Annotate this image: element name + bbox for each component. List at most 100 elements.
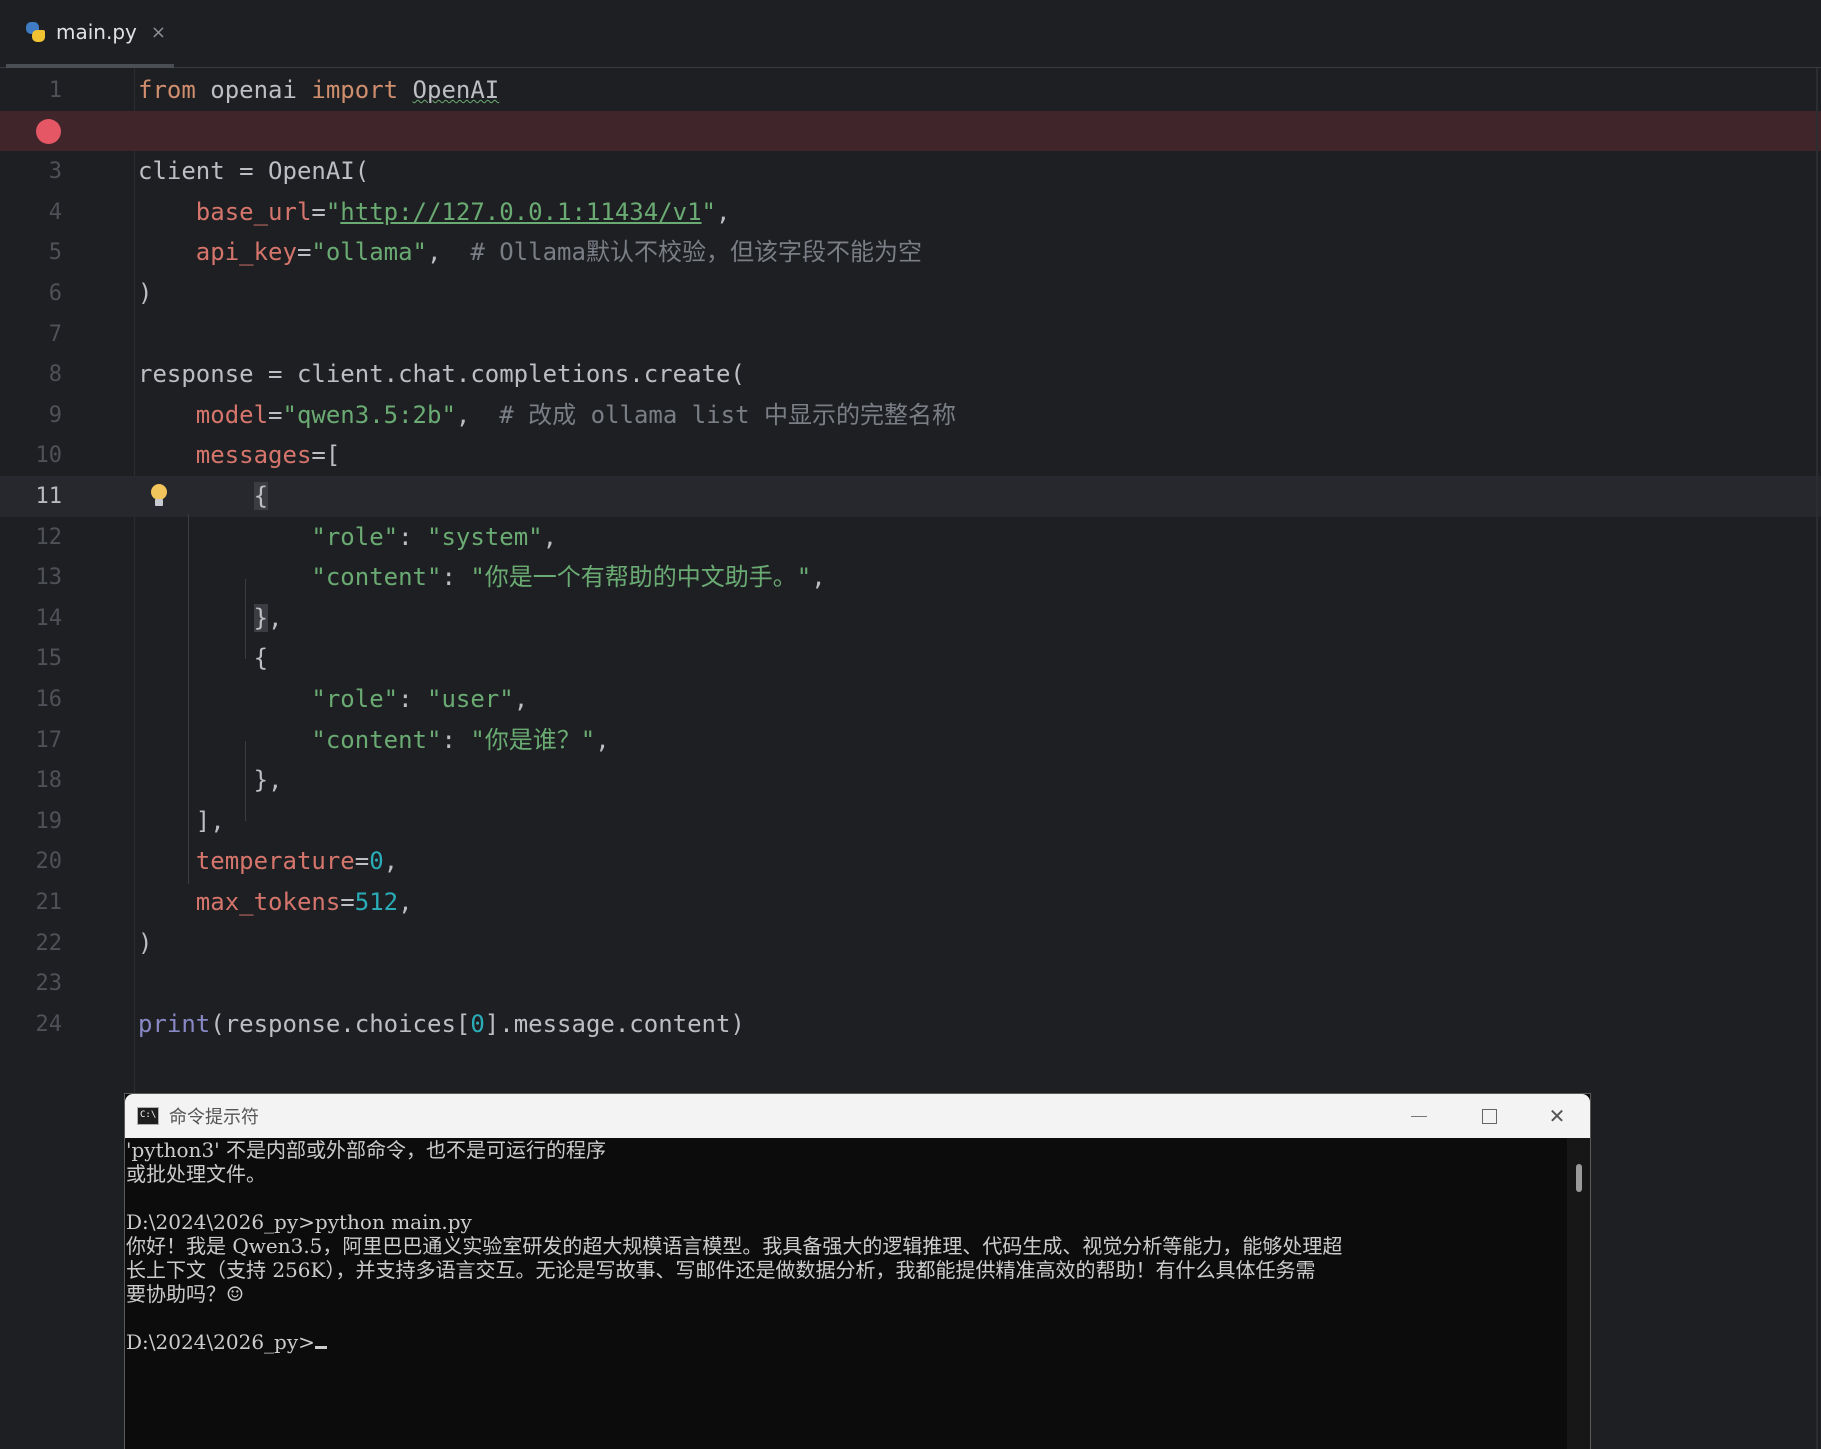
code-token: :: [398, 685, 427, 713]
code-token: client = OpenAI(: [138, 157, 370, 186]
code-line[interactable]: 16 "role": "user",: [0, 679, 1821, 720]
line-number[interactable]: 23: [0, 971, 63, 996]
code-token: ,: [455, 400, 500, 429]
maximize-button[interactable]: [1455, 1094, 1523, 1138]
line-number[interactable]: 6: [0, 281, 62, 306]
code-text: ): [138, 279, 152, 307]
code-token: },: [138, 766, 283, 795]
cmd-app-icon: C:\: [137, 1107, 159, 1125]
code-line[interactable]: 21 max_tokens=512,: [0, 882, 1821, 923]
code-line[interactable]: 15 {: [0, 638, 1821, 679]
code-line[interactable]: 6): [0, 273, 1821, 314]
code-line[interactable]: 23: [0, 963, 1821, 1004]
cmd-scrollbar-thumb[interactable]: [1576, 1164, 1582, 1192]
code-line[interactable]: 5 api_key="ollama", # Ollama默认不校验，但该字段不能…: [0, 232, 1821, 273]
code-token: "system": [427, 522, 543, 551]
code-line[interactable]: 20 temperature=0,: [0, 841, 1821, 882]
cmd-prompt-line[interactable]: D:\2024\2026_py>: [126, 1330, 1567, 1354]
code-token: "你是谁？": [470, 725, 596, 754]
code-token: =[: [311, 441, 341, 470]
code-line[interactable]: 4 base_url="http://127.0.0.1:11434/v1",: [0, 192, 1821, 233]
code-line[interactable]: 18 },: [0, 760, 1821, 801]
code-text: api_key="ollama", # Ollama默认不校验，但该字段不能为空: [138, 238, 922, 266]
code-text: },: [138, 603, 283, 632]
code-token: # Ollama默认不校验，但该字段不能为空: [470, 238, 922, 267]
line-number[interactable]: 16: [0, 687, 63, 712]
breakpoint-icon[interactable]: [36, 118, 61, 144]
code-token: messages: [195, 441, 312, 470]
code-token: "user": [427, 685, 514, 713]
close-tab-icon[interactable]: ×: [151, 22, 166, 43]
code-token: http://127.0.0.1:11434/v1: [340, 197, 702, 226]
cmd-output-line: [126, 1186, 1567, 1210]
code-line[interactable]: 13 "content": "你是一个有帮助的中文助手。",: [0, 557, 1821, 598]
cmd-output-line: 'python3' 不是内部或外部命令，也不是可运行的程序: [126, 1138, 607, 1162]
code-line[interactable]: 10 messages=[: [0, 435, 1821, 476]
line-number[interactable]: 17: [0, 728, 63, 753]
line-number[interactable]: 7: [0, 322, 62, 347]
line-number[interactable]: 18: [0, 768, 63, 793]
cmd-output-line: 你好！我是 Qwen3.5，阿里巴巴通义实验室研发的超大规模语言模型。我具备强大…: [126, 1234, 1343, 1258]
code-text: "role": "system",: [138, 523, 557, 551]
tab-main-py[interactable]: main.py ×: [6, 0, 174, 68]
line-number[interactable]: 1: [0, 78, 62, 103]
cmd-console-output[interactable]: 'python3' 不是内部或外部命令，也不是可运行的程序 或批处理文件。 D:\2…: [125, 1138, 1567, 1449]
line-number[interactable]: 10: [0, 443, 63, 468]
editor-scrollbar[interactable]: [1816, 68, 1818, 1449]
line-number[interactable]: 15: [0, 646, 63, 671]
code-line[interactable]: 14 },: [0, 598, 1821, 639]
cmd-scrollbar[interactable]: [1567, 1138, 1590, 1449]
code-line[interactable]: 8 response = client.chat.completions.crea…: [0, 354, 1821, 395]
code-token: api_key: [195, 238, 297, 267]
line-number[interactable]: 24: [0, 1012, 63, 1037]
line-number[interactable]: 4: [0, 200, 62, 225]
python-file-icon: [24, 21, 46, 43]
line-number[interactable]: 20: [0, 849, 63, 874]
code-line[interactable]: 12 "role": "system",: [0, 517, 1821, 558]
code-line[interactable]: 17 "content": "你是谁？",: [0, 720, 1821, 761]
code-line[interactable]: 7: [0, 314, 1821, 355]
line-number[interactable]: 13: [0, 565, 63, 590]
code-token: ": [325, 197, 341, 226]
code-line[interactable]: 22): [0, 923, 1821, 964]
code-token: "ollama": [311, 238, 427, 267]
editor-tab-bar: main.py ×: [0, 0, 1821, 68]
cmd-window-title: 命令提示符: [169, 1107, 259, 1128]
code-token: "role": [311, 522, 399, 551]
code-line[interactable]: [0, 110, 1821, 152]
line-number[interactable]: 3: [0, 159, 62, 184]
code-line[interactable]: 9 model="qwen3.5:2b", # 改成 ollama list 中…: [0, 395, 1821, 436]
cmd-output-line: 或批处理文件。: [126, 1162, 266, 1186]
code-line[interactable]: 24 print(response.choices[0].message.cont…: [0, 1004, 1821, 1045]
code-token: ): [138, 279, 153, 307]
code-line[interactable]: 11 {: [0, 476, 1821, 517]
code-token: =: [311, 197, 326, 226]
code-line[interactable]: 3 client = OpenAI(: [0, 151, 1821, 192]
code-line[interactable]: 19 ],: [0, 801, 1821, 842]
line-number[interactable]: 5: [0, 240, 62, 265]
command-prompt-window[interactable]: C:\ 命令提示符 ✕ 'python3' 不是内部或外部命令，也不是可运行的程…: [124, 1093, 1591, 1449]
line-number[interactable]: 21: [0, 890, 63, 915]
code-token: import: [311, 76, 399, 104]
code-token: :: [441, 725, 471, 754]
code-line[interactable]: 1 from openai import OpenAI: [0, 70, 1821, 111]
code-token: "content": [311, 563, 442, 592]
code-token: model: [195, 400, 269, 429]
line-number[interactable]: 19: [0, 809, 63, 834]
line-number[interactable]: 12: [0, 525, 63, 550]
indent-guide: [245, 579, 246, 659]
line-number[interactable]: 8: [0, 362, 62, 387]
code-token: {: [138, 644, 269, 673]
close-window-button[interactable]: ✕: [1523, 1094, 1591, 1138]
line-number[interactable]: 9: [0, 403, 62, 428]
code-token: openai: [195, 76, 312, 104]
code-token: ,: [715, 197, 731, 226]
line-number[interactable]: 11: [0, 484, 63, 509]
line-number[interactable]: 14: [0, 606, 63, 631]
minimize-button[interactable]: [1385, 1094, 1453, 1138]
cmd-title-bar[interactable]: C:\ 命令提示符 ✕: [125, 1094, 1590, 1138]
line-number[interactable]: 22: [0, 931, 63, 956]
